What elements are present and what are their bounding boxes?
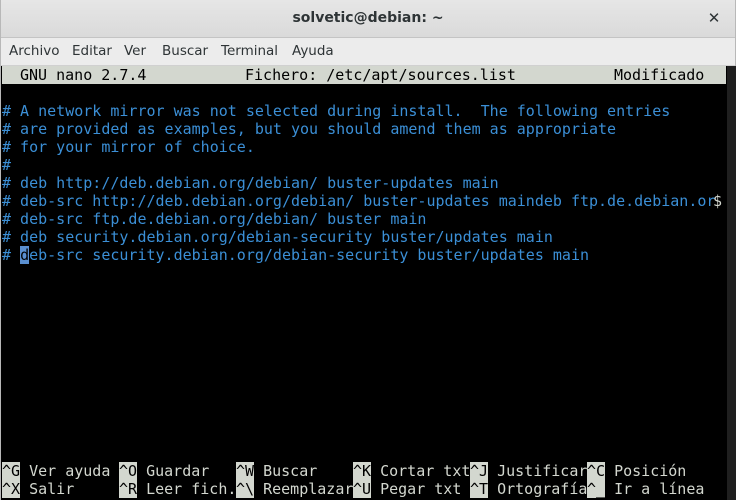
file-line: # A network mirror was not selected duri… — [2, 102, 671, 120]
menu-bar: Archivo Editar Ver Buscar Terminal Ayuda — [1, 38, 735, 66]
shortcut-leer-fich[interactable]: ^R Leer fich. — [119, 480, 236, 498]
file-line: # deb http://deb.debian.org/debian/ bust… — [2, 174, 499, 192]
file-line: # are provided as examples, but you shou… — [2, 120, 617, 138]
menu-archivo[interactable]: Archivo — [9, 38, 59, 65]
shortcut-label: Ir a línea — [614, 480, 705, 498]
window-title: solvetic@debian: ~ — [292, 10, 444, 26]
nano-filename: Fichero: /etc/apt/sources.list — [245, 66, 516, 84]
nano-version: GNU nano 2.7.4 — [20, 66, 147, 84]
line-prefix: # — [2, 246, 21, 264]
file-line: # deb security.debian.org/debian-securit… — [2, 228, 553, 246]
shortcut-salir[interactable]: ^X Salir — [2, 480, 74, 498]
menu-terminal[interactable]: Terminal — [221, 38, 278, 65]
terminal-window: solvetic@debian: ~ ✕ Archivo Editar Ver … — [0, 0, 736, 500]
menu-editar[interactable]: Editar — [72, 38, 112, 65]
line-overflow-marker: $ — [713, 192, 723, 210]
shortcut-justificar[interactable]: ^J Justificar — [470, 462, 587, 480]
shortcut-reemplazar[interactable]: ^\ Reemplazar — [236, 480, 353, 498]
menu-buscar[interactable]: Buscar — [162, 38, 208, 65]
shortcut-key: ^T — [470, 480, 489, 498]
menu-ayuda[interactable]: Ayuda — [292, 38, 334, 65]
shortcut-label: Ver ayuda — [29, 462, 111, 480]
shortcut-label: Buscar — [263, 462, 318, 480]
menu-ver[interactable]: Ver — [124, 38, 146, 65]
shortcut-key: ^X — [2, 480, 21, 498]
shortcut-key: ^_ — [587, 480, 606, 498]
shortcut-label: Ortografía — [497, 480, 588, 498]
shortcut-label: Pegar txt — [380, 480, 462, 498]
shortcut-buscar[interactable]: ^W Buscar — [236, 462, 317, 480]
shortcut-key: ^W — [236, 462, 255, 480]
title-bar[interactable]: solvetic@debian: ~ ✕ — [1, 0, 735, 38]
shortcut-label: Posición — [614, 462, 687, 480]
shortcut-label: Reemplazar — [263, 480, 354, 498]
line-rest: eb-src security.debian.org/debian-securi… — [29, 246, 590, 264]
shortcut-key: ^K — [353, 462, 372, 480]
shortcut-label: Salir — [29, 480, 75, 498]
nano-header-bar: GNU nano 2.7.4 Fichero: /etc/apt/sources… — [2, 66, 726, 84]
text-cursor: d — [20, 246, 30, 264]
shortcut-ortografia[interactable]: ^T Ortografía — [470, 480, 587, 498]
file-line: # deb-src http://deb.debian.org/debian/ … — [2, 192, 716, 210]
shortcut-posicion[interactable]: ^C Posición — [587, 462, 686, 480]
shortcut-label: Cortar txt — [380, 462, 471, 480]
shortcut-label: Justificar — [497, 462, 588, 480]
shortcut-ir-a-linea[interactable]: ^_ Ir a línea — [587, 480, 704, 498]
nano-modified-status: Modificado — [614, 66, 705, 84]
shortcut-key: ^R — [119, 480, 138, 498]
shortcut-key: ^C — [587, 462, 606, 480]
terminal-area[interactable]: GNU nano 2.7.4 Fichero: /etc/apt/sources… — [2, 66, 726, 500]
shortcut-key: ^G — [2, 462, 21, 480]
shortcut-key: ^\ — [236, 480, 255, 498]
file-line: # — [2, 156, 12, 174]
file-line: # for your mirror of choice. — [2, 138, 255, 156]
shortcut-key: ^U — [353, 480, 372, 498]
close-icon[interactable]: ✕ — [703, 7, 725, 29]
shortcut-guardar[interactable]: ^O Guardar — [119, 462, 209, 480]
shortcut-ver-ayuda[interactable]: ^G Ver ayuda — [2, 462, 110, 480]
shortcut-label: Leer fich. — [146, 480, 237, 498]
file-line-cursor: # deb-src security.debian.org/debian-sec… — [2, 246, 589, 264]
file-line: # deb-src ftp.de.debian.org/debian/ bust… — [2, 210, 427, 228]
shortcut-label: Guardar — [146, 462, 210, 480]
shortcut-key: ^J — [470, 462, 489, 480]
terminal-scrollbar[interactable] — [727, 66, 736, 500]
shortcut-pegar-txt[interactable]: ^U Pegar txt — [353, 480, 461, 498]
shortcut-cortar-txt[interactable]: ^K Cortar txt — [353, 462, 470, 480]
shortcut-key: ^O — [119, 462, 138, 480]
